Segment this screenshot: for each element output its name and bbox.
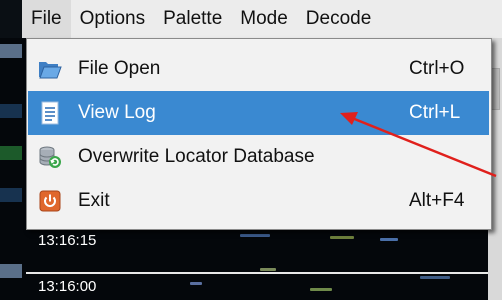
- menu-item-label: Exit: [78, 190, 110, 211]
- menu-file[interactable]: File: [22, 0, 71, 38]
- menu-decode[interactable]: Decode: [297, 0, 381, 38]
- menu-item-label: Overwrite Locator Database: [78, 146, 315, 167]
- power-icon: [38, 189, 62, 213]
- menu-item-overwrite-locator-database[interactable]: Overwrite Locator Database: [28, 135, 489, 179]
- waterfall-strip: [0, 104, 22, 118]
- waterfall-strip: [0, 264, 22, 278]
- signal-trace: [260, 268, 276, 271]
- document-icon: [38, 101, 62, 125]
- folder-open-icon: [38, 57, 62, 81]
- signal-trace: [330, 236, 354, 239]
- signal-trace: [310, 288, 332, 291]
- menu-item-label: View Log: [78, 102, 156, 123]
- window-edge: [0, 0, 22, 38]
- waterfall-strip: [0, 44, 22, 58]
- menu-item-view-log[interactable]: View Log Ctrl+L: [28, 91, 489, 135]
- time-label: 13:16:15: [38, 232, 97, 249]
- menu-item-file-open[interactable]: File Open Ctrl+O: [28, 47, 489, 91]
- menu-mode[interactable]: Mode: [231, 0, 297, 38]
- shortcut-label: Ctrl+O: [409, 58, 465, 79]
- signal-trace: [240, 234, 270, 237]
- menu-palette[interactable]: Palette: [154, 0, 231, 38]
- signal-trace: [190, 282, 202, 285]
- waterfall-strip: [0, 188, 22, 202]
- time-marker-line: [26, 272, 488, 274]
- shortcut-label: Alt+F4: [409, 190, 465, 211]
- database-icon: [38, 145, 62, 169]
- signal-trace: [420, 276, 450, 279]
- menu-item-exit[interactable]: Exit Alt+F4: [28, 179, 489, 223]
- shortcut-label: Ctrl+L: [409, 102, 461, 123]
- signal-trace: [380, 238, 398, 241]
- menu-options[interactable]: Options: [71, 0, 154, 38]
- menu-item-label: File Open: [78, 58, 161, 79]
- menu-bar: File Options Palette Mode Decode: [0, 0, 502, 38]
- time-label: 13:16:00: [38, 278, 97, 295]
- waterfall-strip: [0, 146, 22, 160]
- file-dropdown-menu: File Open Ctrl+O View Log Ctrl+L Overwri…: [26, 38, 492, 230]
